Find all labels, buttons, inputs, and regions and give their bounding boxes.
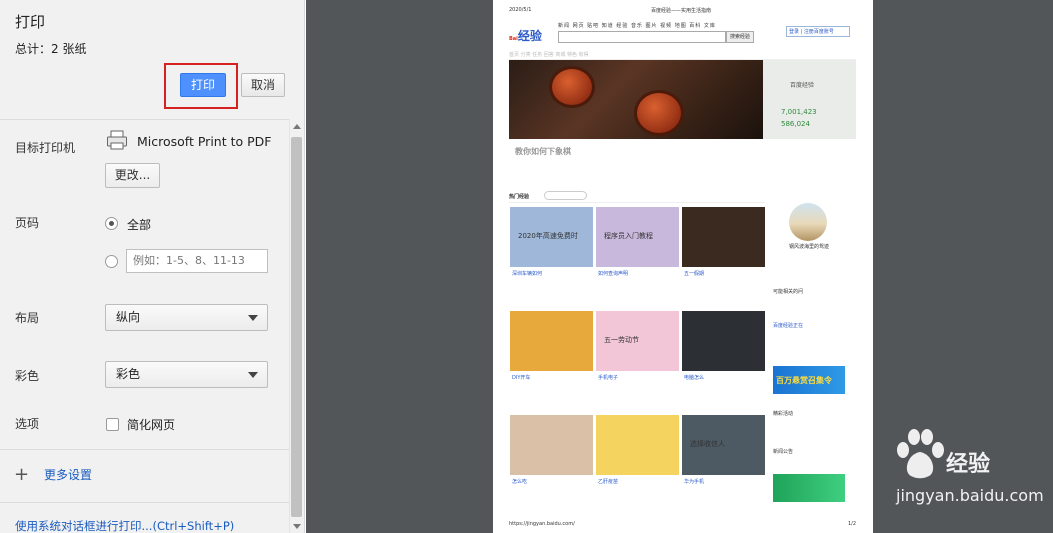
thumbnail-text: 2020年高速免费时 [518, 232, 578, 240]
printer-icon [107, 130, 127, 150]
chevron-down-icon [248, 315, 258, 321]
simplify-page-label: 简化网页 [127, 418, 176, 432]
category-nav: 首页 分类 任务 回答 商城 特色 有得 [509, 51, 856, 60]
preview-search-box [558, 31, 726, 43]
thumbnail-text: 五一劳动节 [604, 336, 639, 344]
top-nav-links: 新闻 网页 贴吧 知道 经验 音乐 图片 视频 地图 百科 文库 [558, 23, 716, 29]
pages-range-radio[interactable] [105, 255, 118, 268]
stat-experiences: 7,001,423 [781, 108, 817, 116]
article-title: 乙肝疫苗 [598, 479, 619, 485]
hero-caption: 教你如何下象棋 [515, 147, 571, 156]
cancel-button[interactable]: 取消 [241, 73, 285, 97]
divider [0, 119, 289, 120]
pages-label: 页码 [15, 216, 40, 230]
article-title: 华为手机 [684, 479, 705, 485]
print-title: 打印 [15, 13, 46, 31]
change-printer-button[interactable]: 更改... [105, 163, 160, 188]
right-section-title: 可能相关的问 [773, 289, 804, 295]
color-label: 彩色 [15, 369, 40, 383]
simplify-page-checkbox[interactable] [106, 418, 119, 431]
chevron-down-icon [248, 372, 258, 378]
options-label: 选项 [15, 417, 40, 431]
thumbnail-text: 选择收信人 [690, 440, 725, 448]
plus-icon[interactable]: + [14, 466, 29, 484]
article-title: DIY开车 [512, 375, 531, 381]
article-title: 如何查询声明 [598, 271, 629, 277]
color-select[interactable]: 彩色 [105, 361, 268, 388]
scroll-down-arrow-icon[interactable] [293, 524, 301, 529]
system-dialog-link[interactable]: 使用系统对话框进行打印...(Ctrl+Shift+P) [15, 518, 234, 533]
hero-stats-panel: 百度经验 7,001,423 586,024 [763, 60, 856, 139]
article-title: 五一假期 [684, 271, 705, 277]
page-range-input[interactable]: 例如：1-5、8、11-13 [126, 249, 268, 273]
pages-all-radio[interactable] [105, 217, 118, 230]
article-title: 怎么吃 [512, 479, 528, 485]
page-number: 1/2 [848, 521, 857, 527]
logo-main: Bai [509, 36, 518, 42]
logo-tail: 经验 [517, 29, 542, 43]
watermark-domain: jingyan.baidu.com [896, 486, 1044, 505]
hero-side-title: 百度经验 [790, 82, 815, 89]
ad-banner-image [773, 474, 845, 502]
article-thumbnail-image [682, 207, 765, 267]
layout-label: 布局 [15, 311, 40, 325]
ad-banner-text: 百万悬赏召集令 [776, 376, 832, 385]
pages-all-label: 全部 [127, 218, 152, 232]
page-date: 2020/5/1 [509, 7, 532, 13]
divider [0, 449, 289, 450]
article-thumbnail-image [682, 311, 765, 371]
article-title: 电脑怎么 [684, 375, 705, 381]
article-title: 深圳车辆如何 [512, 271, 543, 277]
destination-label: 目标打印机 [15, 141, 76, 155]
right-section-title: 新闻公告 [773, 449, 794, 455]
page-url: https://jingyan.baidu.com/ [509, 521, 575, 527]
page-header-title: 百度经验——实用生活指南 [651, 8, 712, 14]
scrollbar-thumb[interactable] [291, 137, 302, 517]
divider [509, 202, 765, 203]
scroll-up-arrow-icon[interactable] [293, 124, 301, 129]
color-value: 彩色 [116, 367, 141, 381]
article-thumbnail-image [596, 415, 679, 475]
paw-logo-icon [897, 429, 944, 479]
stat-users: 586,024 [781, 120, 810, 128]
article-thumbnail-image [510, 311, 593, 371]
hero-banner-image [509, 60, 763, 139]
watermark-brand: 经验 [946, 452, 991, 477]
right-section-title: 精彩活动 [773, 411, 794, 417]
profile-name: 钢风波海里的鸳迹 [789, 244, 830, 250]
chess-piece-image [549, 66, 595, 108]
hot-tabs [544, 191, 587, 200]
highlight-box [164, 63, 238, 109]
avatar [789, 203, 827, 241]
baidu-logo: Bai经验 [509, 27, 542, 44]
layout-select[interactable]: 纵向 [105, 304, 268, 331]
preview-page: 2020/5/1 百度经验——实用生活指南 Bai经验 新闻 网页 贴吧 知道 … [493, 0, 873, 533]
layout-value: 纵向 [116, 310, 141, 324]
article-title: 手机电子 [598, 375, 619, 381]
printer-name: Microsoft Print to PDF [137, 134, 272, 149]
preview-login-box: 登录 | 注册百度账号 [786, 26, 850, 37]
divider [0, 502, 289, 503]
hot-experience-label: 热门经验 [509, 194, 530, 200]
more-settings-link[interactable]: 更多设置 [44, 466, 92, 483]
preview-search-button: 搜索经验 [726, 31, 754, 43]
print-settings-panel: 打印 总计：2 张纸 打印 取消 目标打印机 Microsoft Print t… [0, 0, 305, 533]
right-section-title: 百度经验正在 [773, 323, 804, 329]
article-thumbnail-image [510, 415, 593, 475]
chess-piece-image [634, 90, 684, 136]
thumbnail-text: 程序员入门教程 [604, 232, 653, 240]
sheet-total: 总计：2 张纸 [15, 42, 87, 56]
